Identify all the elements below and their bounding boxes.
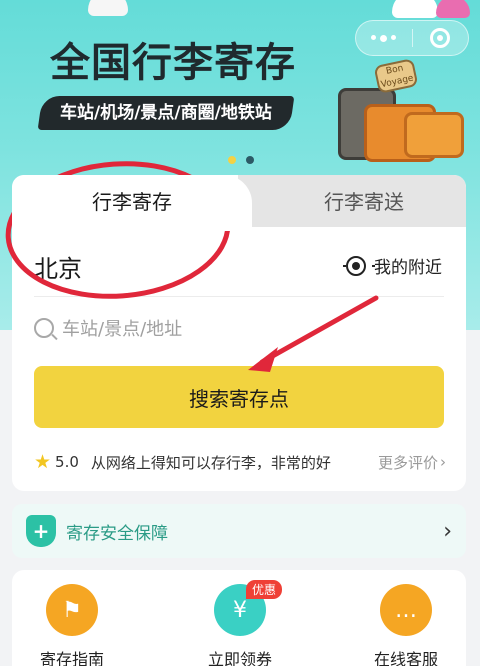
- divider: [34, 296, 444, 297]
- mini-program-capsule: [355, 20, 469, 56]
- signpost-icon: ⚑: [46, 584, 98, 636]
- review-summary: ★ 5.0 从网络上得知可以存行李，非常的好 更多评价 ›: [34, 451, 446, 473]
- review-text: 从网络上得知可以存行李，非常的好: [90, 453, 331, 472]
- carousel-dot: [246, 156, 254, 164]
- service-tabs: 行李寄送 行李寄存: [12, 175, 466, 231]
- security-label: 寄存安全保障: [66, 523, 168, 544]
- search-icon: [34, 318, 54, 338]
- review-score: 5.0: [55, 453, 79, 471]
- security-guarantee-bar[interactable]: + 寄存安全保障 ›: [12, 504, 466, 558]
- balloon-decoration: [392, 0, 438, 18]
- chevron-right-icon: ›: [440, 453, 446, 471]
- chevron-right-icon: ›: [443, 518, 452, 544]
- banner-subtitle: 车站/机场/景点/商圈/地铁站: [37, 96, 295, 130]
- chat-icon: …: [380, 584, 432, 636]
- more-reviews-link[interactable]: 更多评价 ›: [378, 452, 446, 473]
- more-dots-icon[interactable]: [356, 34, 412, 42]
- service-support[interactable]: … 在线客服: [346, 584, 466, 666]
- service-coupon[interactable]: ¥ 优惠 立即领券: [180, 580, 300, 666]
- service-grid: ⚑ 寄存指南 ¥ 优惠 立即领券 … 在线客服: [12, 570, 466, 666]
- balloon-decoration: [436, 0, 470, 18]
- tab-luggage-storage[interactable]: 行李寄存: [12, 175, 252, 231]
- service-label: 寄存指南: [39, 650, 104, 666]
- city-selector[interactable]: 北京: [34, 249, 82, 284]
- nearby-label: 我的附近: [374, 258, 442, 278]
- balloon-decoration: [88, 0, 128, 16]
- shield-plus-icon: +: [26, 515, 56, 547]
- promo-badge: 优惠: [246, 580, 283, 599]
- banner-title: 全国行李寄存: [50, 40, 296, 86]
- close-circle-icon[interactable]: [413, 28, 469, 48]
- carousel-dot-active: [228, 156, 236, 164]
- search-input[interactable]: 车站/景点/地址: [34, 315, 182, 341]
- service-label: 立即领券: [207, 650, 272, 666]
- luggage-tag: Bon Voyage: [373, 58, 419, 94]
- search-storage-button[interactable]: 搜索寄存点: [34, 366, 444, 428]
- locate-icon: [343, 255, 375, 276]
- service-guide[interactable]: ⚑ 寄存指南: [12, 584, 132, 666]
- search-placeholder: 车站/景点/地址: [62, 319, 183, 340]
- storage-card: 行李寄送 行李寄存 北京 我的附近 车站/景点/地址 搜索寄存点 ★ 5.0 从…: [12, 175, 466, 491]
- service-label: 在线客服: [373, 650, 438, 666]
- nearby-button[interactable]: 我的附近: [343, 253, 442, 278]
- tab-luggage-delivery[interactable]: 行李寄送: [238, 175, 466, 227]
- carousel-indicator: [228, 156, 254, 164]
- star-icon: ★: [34, 451, 52, 473]
